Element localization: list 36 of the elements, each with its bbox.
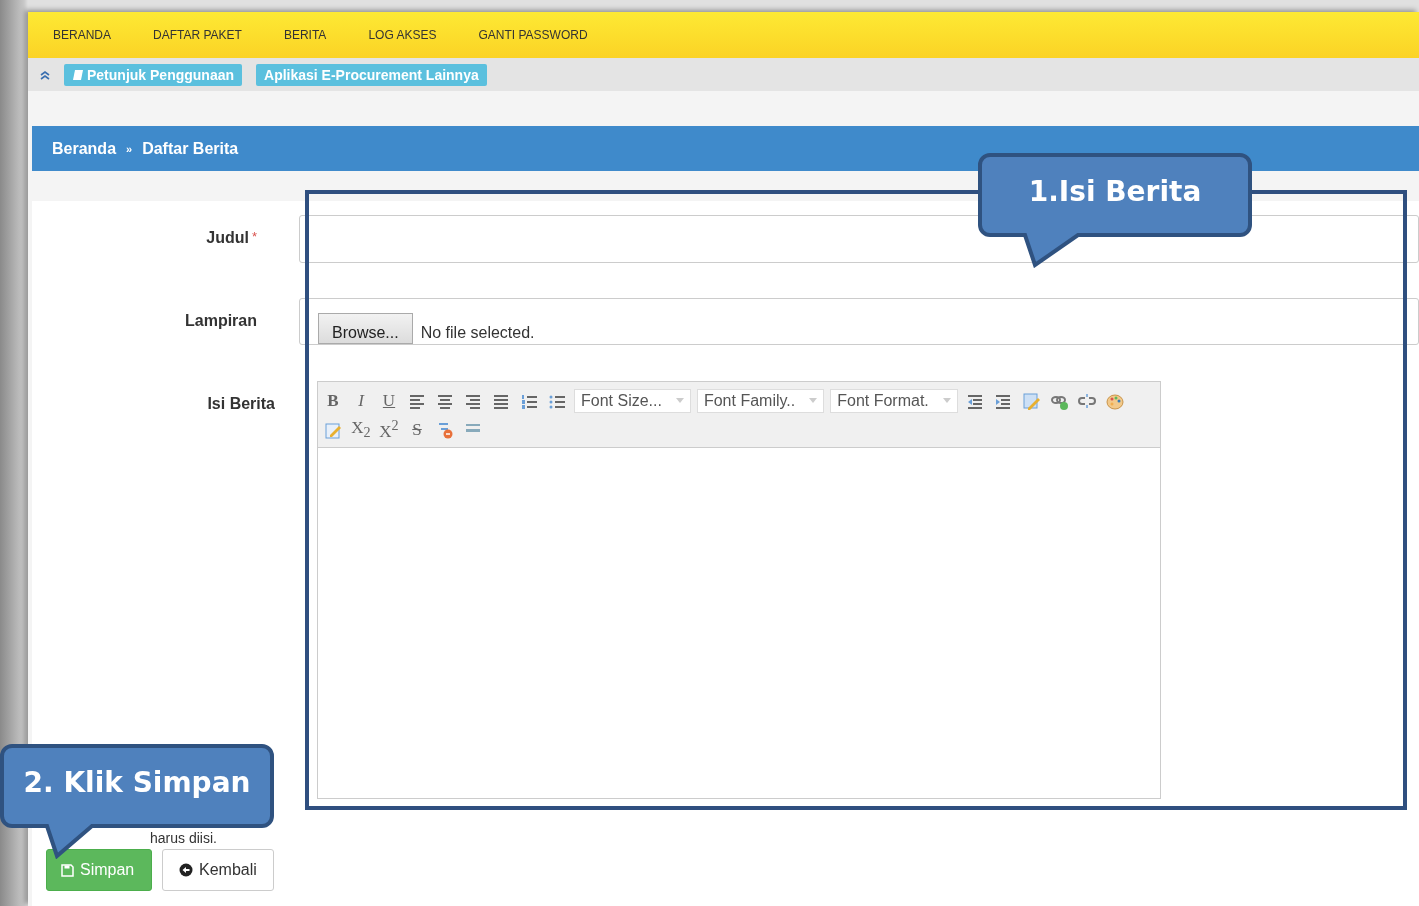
dropdown-caret-icon xyxy=(675,398,684,403)
spell-check-icon[interactable] xyxy=(436,420,454,439)
hint-text: harus diisi. xyxy=(150,830,218,846)
save-icon xyxy=(61,863,74,877)
unlink-icon[interactable] xyxy=(1077,391,1096,410)
dropdown-caret-icon xyxy=(809,398,818,403)
field-label: Isi Berita xyxy=(207,395,275,412)
format-button[interactable]: X$^{2}$ xyxy=(378,417,400,442)
field-label: Lampiran xyxy=(185,312,257,329)
format-button[interactable]: U xyxy=(378,390,400,411)
format-button[interactable]: X$_{2}$ xyxy=(350,417,372,442)
nav-link[interactable]: BERITA xyxy=(283,28,327,42)
nav-link[interactable]: BERANDA xyxy=(53,28,111,42)
field-label: Judul xyxy=(206,229,249,246)
format-button[interactable]: B xyxy=(322,390,344,411)
nav-link[interactable]: LOG AKSES xyxy=(368,28,437,42)
back-button[interactable]: Kembali xyxy=(162,849,274,891)
format-dropdown[interactable]: Font Format. xyxy=(830,388,958,413)
nav-link[interactable]: DAFTAR PAKET xyxy=(153,28,242,42)
nav-link[interactable]: GANTI PASSWORD xyxy=(478,28,588,42)
callout: 1.Isi Berita xyxy=(978,153,1252,268)
dropdown-caret-icon xyxy=(942,398,951,403)
file-status: No file selected. xyxy=(420,324,535,343)
format-dropdown[interactable]: Font Family.. xyxy=(696,388,825,413)
format-button[interactable]: I xyxy=(350,390,372,411)
browse-button[interactable]: Browse... xyxy=(318,313,413,344)
breadcrumb-link[interactable]: Daftar Berita xyxy=(142,139,239,158)
required-mark: * xyxy=(251,229,257,244)
breadcrumb-separator: » xyxy=(126,142,133,155)
format-button[interactable]: S xyxy=(406,419,428,440)
collapse-icon[interactable] xyxy=(40,69,50,80)
book-icon xyxy=(72,68,83,81)
format-dropdown[interactable]: Font Size... xyxy=(574,388,691,413)
palette-icon[interactable] xyxy=(1105,391,1124,410)
breadcrumb-link[interactable]: Beranda xyxy=(52,139,117,158)
file-input[interactable]: Browse... No file selected. xyxy=(299,298,1419,345)
